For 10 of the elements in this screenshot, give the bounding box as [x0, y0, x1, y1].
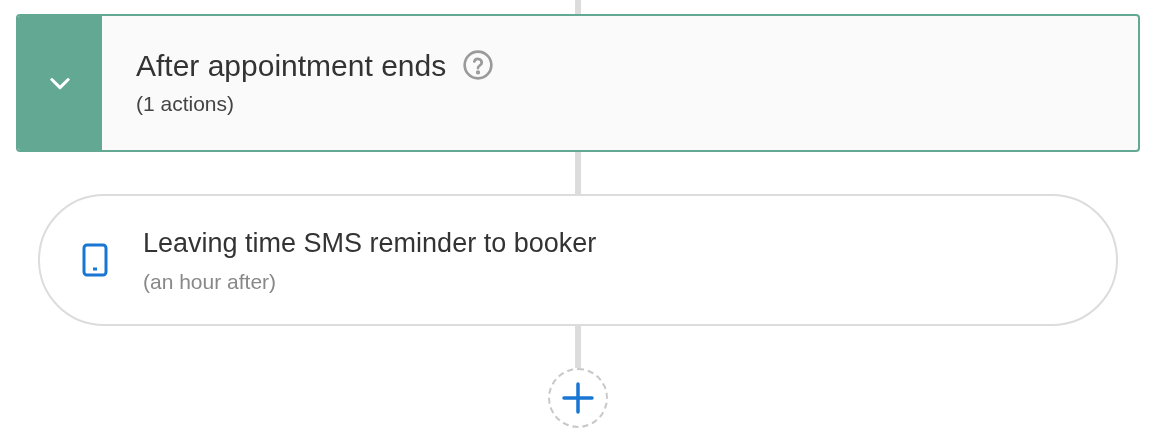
help-icon[interactable] [462, 49, 495, 82]
action-subtitle: (an hour after) [143, 268, 278, 295]
section-title: After appointment ends [136, 47, 447, 84]
plus-icon [561, 381, 595, 415]
action-title: Leaving time SMS reminder to booker [143, 227, 597, 260]
section-subtitle: (1 actions) [136, 91, 236, 117]
expand-toggle[interactable] [18, 16, 102, 150]
phone-icon [82, 243, 108, 277]
section-header[interactable]: After appointment ends (1 actions) [16, 14, 1140, 152]
action-card[interactable]: Leaving time SMS reminder to booker (an hour after) [38, 194, 1118, 326]
